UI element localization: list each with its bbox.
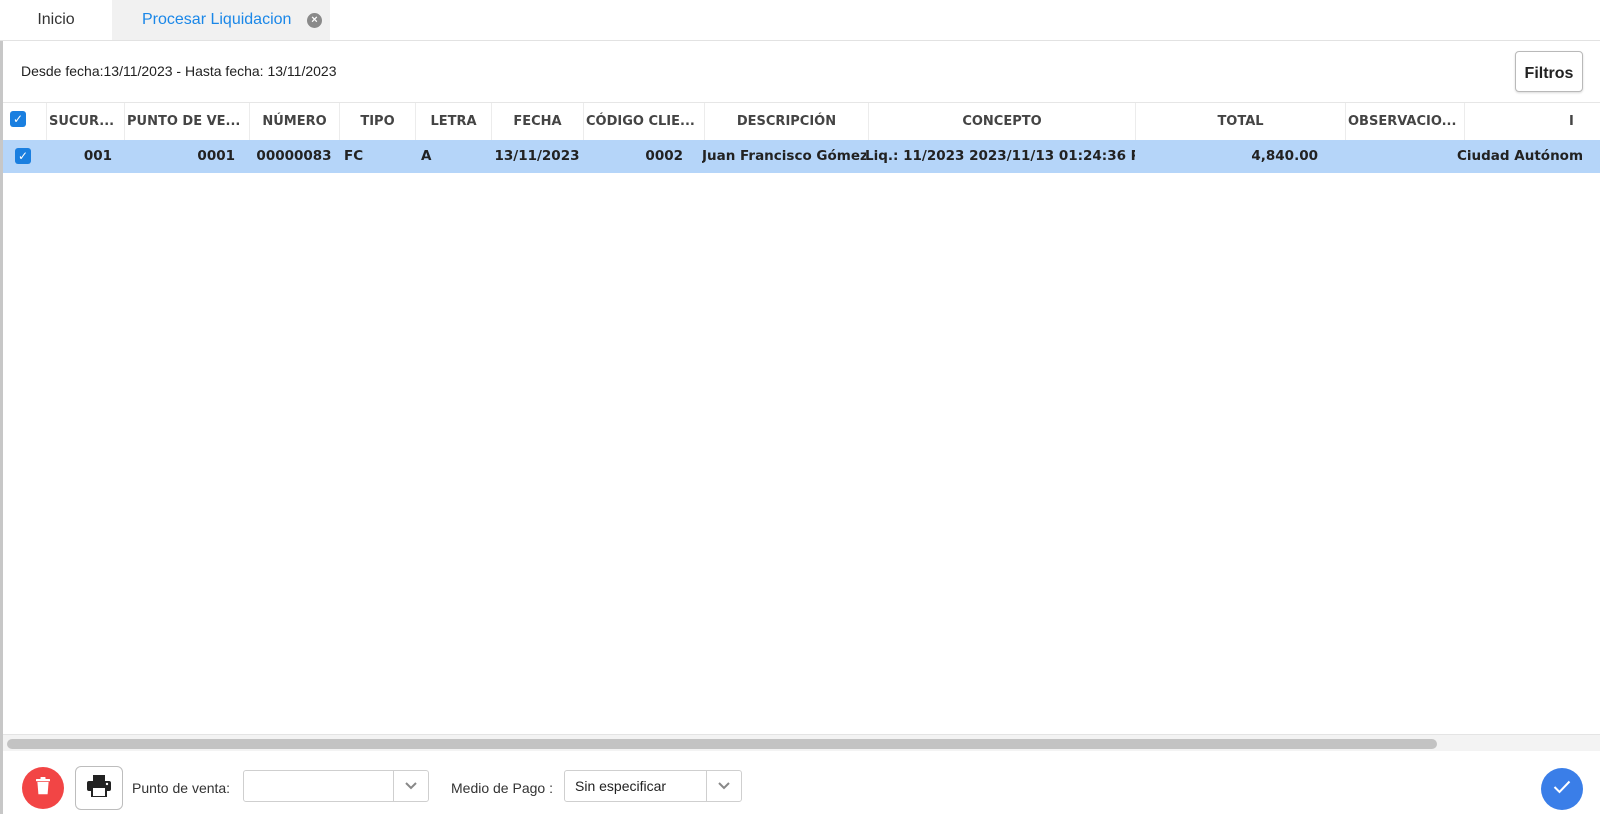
- cell-extra: Ciudad Autónom: [1457, 148, 1584, 164]
- horizontal-scrollbar[interactable]: [3, 734, 1600, 751]
- procesar-liquidacion-page: Inicio Procesar Liquidacion × Desde fech…: [0, 0, 1600, 814]
- cell-sucursal: 001: [83, 148, 112, 164]
- column-header-numero[interactable]: NÚMERO: [249, 103, 339, 140]
- footer-toolbar: Punto de venta: Medio de Pago : Sin espe…: [0, 752, 1600, 814]
- column-header-observaciones[interactable]: OBSERVACIO...: [1345, 103, 1464, 140]
- cell-tipo: FC: [344, 148, 364, 164]
- row-select-cell: ✓: [3, 140, 46, 173]
- row-checkbox[interactable]: ✓: [15, 148, 31, 164]
- cell-codigo-cliente: 0002: [645, 148, 683, 164]
- scrollbar-thumb[interactable]: [7, 739, 1437, 749]
- column-header-descripcion[interactable]: DESCRIPCIÓN: [704, 103, 868, 140]
- column-header-extra[interactable]: I: [1464, 103, 1600, 140]
- chevron-down-icon[interactable]: [706, 771, 741, 801]
- close-tab-icon[interactable]: ×: [307, 13, 322, 28]
- cell-letra: A: [421, 148, 432, 164]
- cell-total: 4,840.00: [1251, 148, 1318, 164]
- date-range-text: Desde fecha:13/11/2023 - Hasta fecha: 13…: [21, 63, 337, 79]
- select-all-checkbox[interactable]: ✓: [10, 111, 26, 127]
- cell-punto-venta: 0001: [197, 148, 235, 164]
- checkmark-icon: [1553, 780, 1571, 799]
- medio-pago-select[interactable]: Sin especificar: [564, 770, 742, 802]
- print-button[interactable]: [75, 766, 123, 810]
- cell-numero: 00000083: [256, 148, 332, 164]
- tab-bar: Inicio Procesar Liquidacion ×: [0, 0, 1600, 41]
- column-header-total[interactable]: TOTAL: [1135, 103, 1345, 140]
- tab-procesar-liquidacion[interactable]: Procesar Liquidacion ×: [112, 0, 330, 40]
- grid-header-row: ✓ SUCUR... PUNTO DE VE... NÚMERO TIPO LE…: [3, 102, 1600, 141]
- chevron-down-icon[interactable]: [393, 771, 428, 801]
- cell-concepto: Liq.: 11/2023 2023/11/13 01:24:36 PM: [865, 148, 1135, 164]
- column-header-sucursal[interactable]: SUCUR...: [46, 103, 124, 140]
- cell-descripcion: Juan Francisco Gómez: [702, 148, 866, 164]
- column-header-tipo[interactable]: TIPO: [339, 103, 415, 140]
- printer-icon: [87, 774, 111, 802]
- column-header-codigo-cliente[interactable]: CÓDIGO CLIE...: [583, 103, 704, 140]
- trash-icon: [35, 776, 51, 800]
- column-header-concepto[interactable]: CONCEPTO: [868, 103, 1135, 140]
- medio-pago-label: Medio de Pago :: [451, 780, 553, 796]
- medio-pago-value: Sin especificar: [575, 778, 667, 794]
- column-header-letra[interactable]: LETRA: [415, 103, 491, 140]
- column-header-fecha[interactable]: FECHA: [491, 103, 583, 140]
- punto-venta-select[interactable]: [243, 770, 429, 802]
- column-header-punto-venta[interactable]: PUNTO DE VE...: [124, 103, 249, 140]
- cell-observaciones: [1345, 140, 1464, 173]
- liquidacion-grid: ✓ SUCUR... PUNTO DE VE... NÚMERO TIPO LE…: [3, 102, 1600, 734]
- tab-inicio[interactable]: Inicio: [0, 0, 112, 40]
- filters-button[interactable]: Filtros: [1515, 51, 1583, 92]
- delete-button[interactable]: [22, 767, 64, 809]
- cell-fecha: 13/11/2023: [494, 148, 580, 164]
- select-all-cell: ✓: [3, 103, 46, 140]
- table-row[interactable]: ✓ 001 0001 00000083 FC A 13/11/2023 0002…: [3, 140, 1600, 173]
- confirm-button[interactable]: [1541, 768, 1583, 810]
- punto-venta-label: Punto de venta:: [132, 780, 231, 796]
- tab-procesar-liquidacion-label: Procesar Liquidacion: [142, 11, 292, 28]
